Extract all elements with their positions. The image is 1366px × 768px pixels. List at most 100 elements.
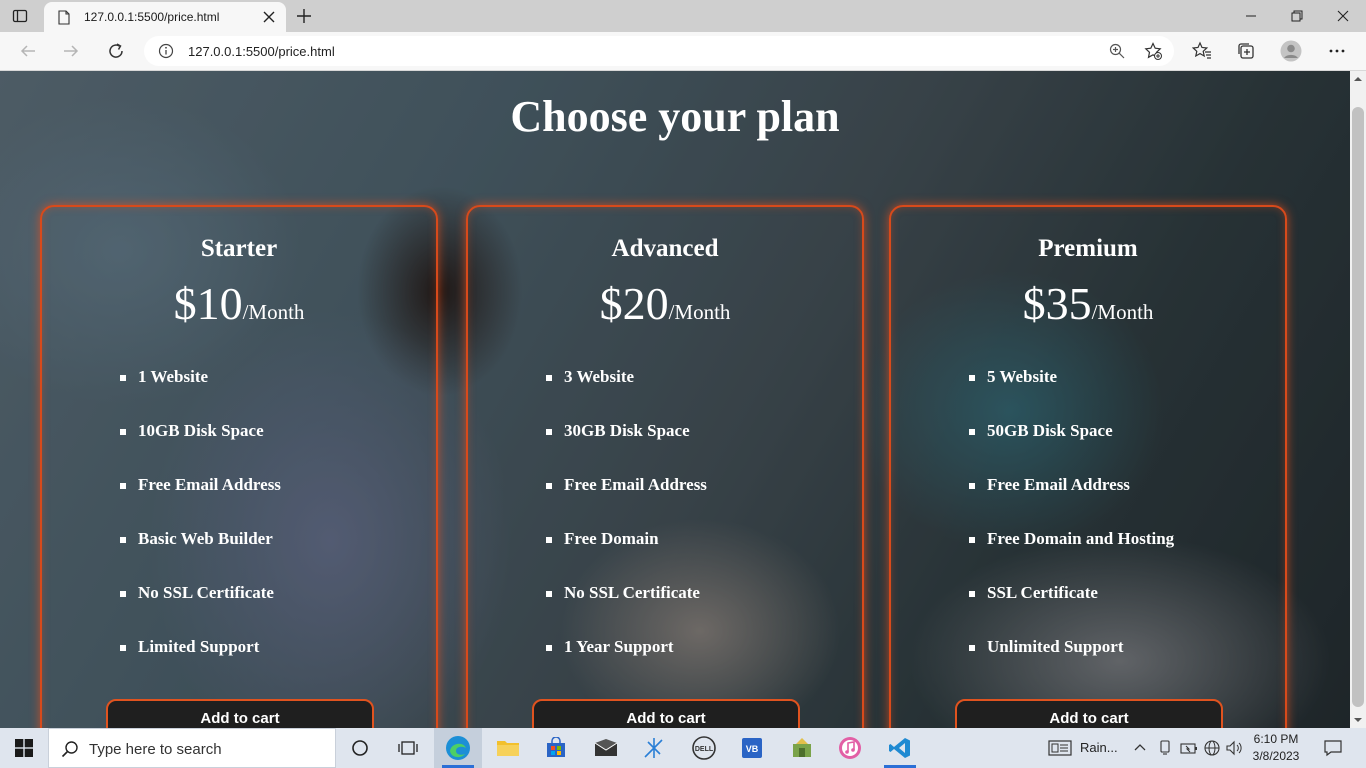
bullet-icon <box>969 429 975 435</box>
vscode-icon <box>889 738 910 758</box>
feature-item: Unlimited Support <box>969 637 1124 661</box>
taskbar: Type here to search DELL VB Rain... 6:10… <box>0 728 1366 768</box>
add-to-cart-button[interactable]: Add to cart <box>106 699 374 728</box>
battery-icon[interactable] <box>1180 740 1198 756</box>
price-amount: $10 <box>173 278 243 329</box>
zoom-icon[interactable] <box>1108 42 1126 60</box>
scroll-up-icon[interactable] <box>1354 75 1362 83</box>
scroll-thumb[interactable] <box>1352 107 1364 707</box>
bullet-icon <box>120 483 126 489</box>
bullet-icon <box>546 537 552 543</box>
refresh-button[interactable] <box>105 40 127 62</box>
bullet-icon <box>120 591 126 597</box>
store-icon <box>547 737 565 757</box>
scroll-down-icon[interactable] <box>1354 716 1362 724</box>
vscode-button[interactable] <box>876 728 924 768</box>
utility-app-button[interactable] <box>778 728 826 768</box>
page-title: Choose your plan <box>510 92 840 141</box>
add-favorite-icon[interactable] <box>1144 42 1162 60</box>
more-icon <box>1329 49 1345 53</box>
notifications-icon[interactable] <box>1324 739 1342 757</box>
app-button[interactable] <box>630 728 678 768</box>
cortana-icon <box>352 740 368 756</box>
weather-text[interactable]: Rain... <box>1080 740 1118 755</box>
task-view-button[interactable] <box>384 728 432 768</box>
tab-bar: 127.0.0.1:5500/price.html <box>0 0 1366 32</box>
feature-item: 50GB Disk Space <box>969 421 1113 445</box>
browser-tab[interactable]: 127.0.0.1:5500/price.html <box>44 2 286 32</box>
network-globe-icon[interactable] <box>1204 740 1220 756</box>
cortana-button[interactable] <box>336 728 384 768</box>
bullet-icon <box>120 645 126 651</box>
restore-icon <box>1291 10 1303 22</box>
dell-button[interactable]: DELL <box>680 728 728 768</box>
bullet-icon <box>546 429 552 435</box>
vb-app-button[interactable]: VB <box>728 728 776 768</box>
close-icon <box>1337 10 1349 22</box>
restore-button[interactable] <box>1274 0 1320 32</box>
add-to-cart-button[interactable]: Add to cart <box>532 699 800 728</box>
start-button[interactable] <box>0 728 48 768</box>
tab-title: 127.0.0.1:5500/price.html <box>84 10 220 24</box>
minimize-button[interactable] <box>1228 0 1274 32</box>
plan-price: $10/Month <box>42 277 436 330</box>
back-button[interactable] <box>17 40 39 62</box>
feature-item: 5 Website <box>969 367 1057 391</box>
vb-icon: VB <box>742 738 762 758</box>
feature-item: 10GB Disk Space <box>120 421 264 445</box>
browser-toolbar: 127.0.0.1:5500/price.html <box>0 32 1366 71</box>
add-to-cart-button[interactable]: Add to cart <box>955 699 1223 728</box>
close-window-button[interactable] <box>1320 0 1366 32</box>
taskbar-search[interactable]: Type here to search <box>48 728 336 768</box>
plan-card-advanced: Advanced $20/Month 3 Website 30GB Disk S… <box>466 205 864 728</box>
mail-button[interactable] <box>582 728 630 768</box>
bullet-icon <box>969 483 975 489</box>
bullet-icon <box>969 645 975 651</box>
feature-item: No SSL Certificate <box>120 583 274 607</box>
device-icon[interactable] <box>1158 740 1172 756</box>
plan-name: Premium <box>1038 235 1138 262</box>
plan-name: Starter <box>200 235 278 262</box>
tab-actions-icon[interactable] <box>12 8 28 24</box>
feature-item: Free Email Address <box>969 475 1130 499</box>
avatar-icon <box>1280 40 1302 62</box>
price-period: /Month <box>668 300 731 324</box>
plan-card-premium: Premium $35/Month 5 Website 50GB Disk Sp… <box>889 205 1287 728</box>
itunes-button[interactable] <box>826 728 874 768</box>
collections-button[interactable] <box>1235 40 1257 62</box>
more-menu-button[interactable] <box>1326 40 1348 62</box>
bullet-icon <box>969 537 975 543</box>
bullet-icon <box>546 591 552 597</box>
feature-item: Free Email Address <box>546 475 707 499</box>
plan-name: Advanced <box>611 235 719 262</box>
profile-button[interactable] <box>1280 40 1302 62</box>
forward-button[interactable] <box>60 40 82 62</box>
close-tab-icon[interactable] <box>262 10 276 24</box>
bullet-icon <box>120 375 126 381</box>
bullet-icon <box>969 591 975 597</box>
weather-icon[interactable] <box>1048 740 1072 756</box>
bullet-icon <box>546 645 552 651</box>
task-view-icon <box>398 741 418 755</box>
store-button[interactable] <box>532 728 580 768</box>
new-tab-icon[interactable] <box>296 8 312 24</box>
bullet-icon <box>969 375 975 381</box>
bullet-icon <box>120 429 126 435</box>
page-scrollbar[interactable] <box>1350 71 1366 728</box>
feature-item: Limited Support <box>120 637 259 661</box>
mail-icon <box>594 739 618 756</box>
feature-item: SSL Certificate <box>969 583 1098 607</box>
favorites-button[interactable] <box>1191 40 1213 62</box>
price-period: /Month <box>1091 300 1154 324</box>
clock-time: 6:10 PM <box>1253 732 1299 746</box>
volume-icon[interactable] <box>1226 740 1244 756</box>
info-icon[interactable] <box>158 43 174 59</box>
price-amount: $20 <box>599 278 669 329</box>
clock[interactable]: 6:10 PM 3/8/2023 <box>1246 731 1306 765</box>
file-explorer-button[interactable] <box>484 728 532 768</box>
address-bar[interactable]: 127.0.0.1:5500/price.html <box>144 36 1174 66</box>
edge-taskbar-button[interactable] <box>434 728 482 768</box>
chevron-up-icon[interactable] <box>1134 742 1146 754</box>
url-text[interactable]: 127.0.0.1:5500/price.html <box>188 44 335 59</box>
clock-date: 3/8/2023 <box>1252 749 1300 763</box>
